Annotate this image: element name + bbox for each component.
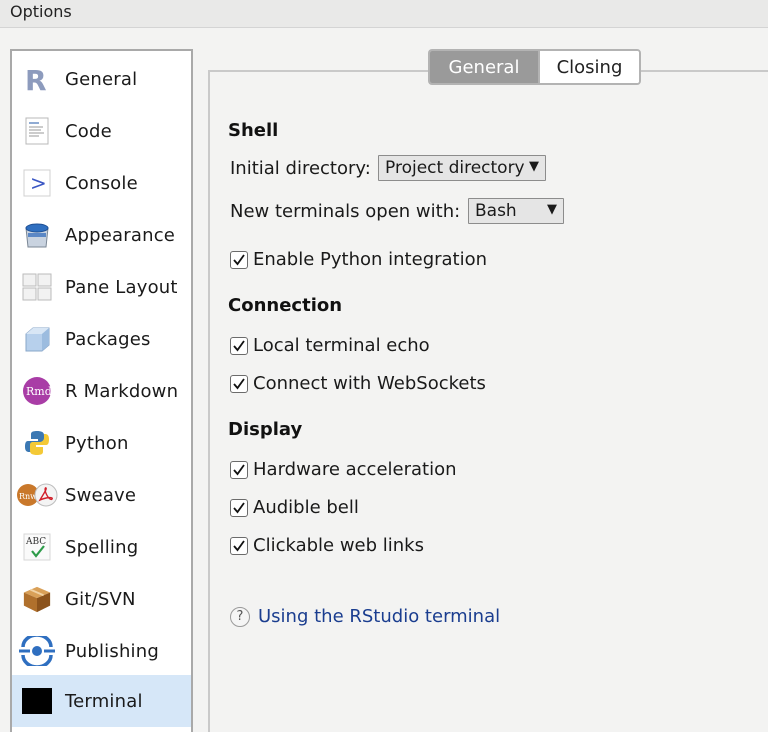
sidebar-item-label: General (65, 68, 138, 90)
local-echo-label: Local terminal echo (253, 335, 430, 356)
section-title-shell: Shell (228, 120, 279, 141)
audible-bell-option[interactable]: Audible bell (230, 497, 359, 518)
sidebar-item-packages[interactable]: Packages (12, 313, 191, 365)
pane-layout-icon (22, 272, 52, 302)
terminal-help-link[interactable]: Using the RStudio terminal (258, 606, 500, 627)
local-echo-checkbox[interactable] (230, 336, 248, 355)
sidebar-item-label: Sweave (65, 484, 137, 506)
new-terminals-label: New terminals open with: (230, 201, 461, 222)
clickable-web-links-checkbox[interactable] (230, 536, 248, 555)
python-integration-option[interactable]: Enable Python integration (230, 249, 487, 270)
svg-text:R: R (25, 65, 47, 93)
sidebar-item-label: Publishing (65, 640, 159, 662)
websockets-option[interactable]: Connect with WebSockets (230, 373, 486, 394)
svg-text:Rmd: Rmd (26, 385, 52, 398)
local-echo-option[interactable]: Local terminal echo (230, 335, 430, 356)
sidebar-item-general[interactable]: R General (12, 53, 191, 105)
window-title: Options (10, 2, 72, 21)
initial-directory-value: Project directory (385, 158, 525, 178)
sidebar-item-label: Git/SVN (65, 588, 136, 610)
package-cube-icon (22, 324, 52, 354)
options-tabs: General Closing (428, 49, 641, 85)
help-row: ? Using the RStudio terminal (230, 606, 500, 627)
python-integration-label: Enable Python integration (253, 249, 488, 270)
sidebar-item-appearance[interactable]: Appearance (12, 209, 191, 261)
initial-directory-label: Initial directory: (230, 158, 371, 179)
sidebar-item-terminal[interactable]: Terminal (12, 675, 191, 727)
r-logo-icon: R (22, 64, 52, 94)
publishing-icon (18, 636, 56, 666)
console-prompt-icon: > (22, 168, 52, 198)
sidebar-item-publishing[interactable]: Publishing (12, 625, 191, 677)
paint-bucket-icon (22, 220, 52, 250)
sidebar-item-label: Appearance (65, 224, 176, 246)
sidebar-item-spelling[interactable]: ABC Spelling (12, 521, 191, 573)
clickable-web-links-label: Clickable web links (253, 535, 424, 556)
clickable-web-links-option[interactable]: Clickable web links (230, 535, 424, 556)
code-document-icon (22, 116, 52, 146)
sidebar-item-r-markdown[interactable]: Rmd R Markdown (12, 365, 191, 417)
sidebar-item-label: Packages (65, 328, 151, 350)
terminal-icon (22, 686, 52, 716)
tab-general[interactable]: General (430, 51, 538, 83)
sidebar-item-sweave[interactable]: Rnw Sweave (12, 469, 191, 521)
sidebar-item-label: Pane Layout (65, 276, 178, 298)
sidebar-item-code[interactable]: Code (12, 105, 191, 157)
sidebar-item-label: Python (65, 432, 129, 454)
hardware-acceleration-label: Hardware acceleration (253, 459, 457, 480)
websockets-label: Connect with WebSockets (253, 373, 486, 394)
git-box-icon (22, 584, 52, 614)
sidebar-item-python[interactable]: Python (12, 417, 191, 469)
new-terminals-select[interactable]: Bash ▼ (468, 198, 564, 224)
sidebar-item-label: Code (65, 120, 112, 142)
tab-closing[interactable]: Closing (538, 51, 639, 83)
hardware-acceleration-checkbox[interactable] (230, 460, 248, 479)
svg-text:>: > (30, 171, 47, 195)
python-integration-checkbox[interactable] (230, 250, 248, 269)
section-title-connection: Connection (228, 295, 343, 316)
options-sidebar: R General Code > Console Appearance Pane… (10, 49, 193, 732)
initial-directory-select[interactable]: Project directory ▼ (378, 155, 546, 181)
sidebar-item-label: Spelling (65, 536, 139, 558)
sidebar-item-console[interactable]: > Console (12, 157, 191, 209)
sidebar-item-git-svn[interactable]: Git/SVN (12, 573, 191, 625)
audible-bell-checkbox[interactable] (230, 498, 248, 517)
sweave-pdf-icon: Rnw (16, 480, 58, 510)
sidebar-item-label: R Markdown (65, 380, 179, 402)
window-titlebar: Options (0, 0, 768, 28)
python-icon (22, 428, 52, 458)
section-title-display: Display (228, 419, 303, 440)
help-question-icon: ? (230, 606, 250, 627)
new-terminals-value: Bash (475, 201, 517, 221)
audible-bell-label: Audible bell (253, 497, 359, 518)
sidebar-item-label: Terminal (65, 690, 143, 712)
rmd-icon: Rmd (22, 376, 52, 406)
chevron-down-icon: ▼ (547, 202, 557, 217)
chevron-down-icon: ▼ (529, 159, 539, 174)
sidebar-item-label: Console (65, 172, 138, 194)
svg-text:Rnw: Rnw (19, 492, 37, 501)
sidebar-item-pane-layout[interactable]: Pane Layout (12, 261, 191, 313)
hardware-acceleration-option[interactable]: Hardware acceleration (230, 459, 457, 480)
spelling-abc-icon: ABC (22, 532, 52, 562)
websockets-checkbox[interactable] (230, 374, 248, 393)
